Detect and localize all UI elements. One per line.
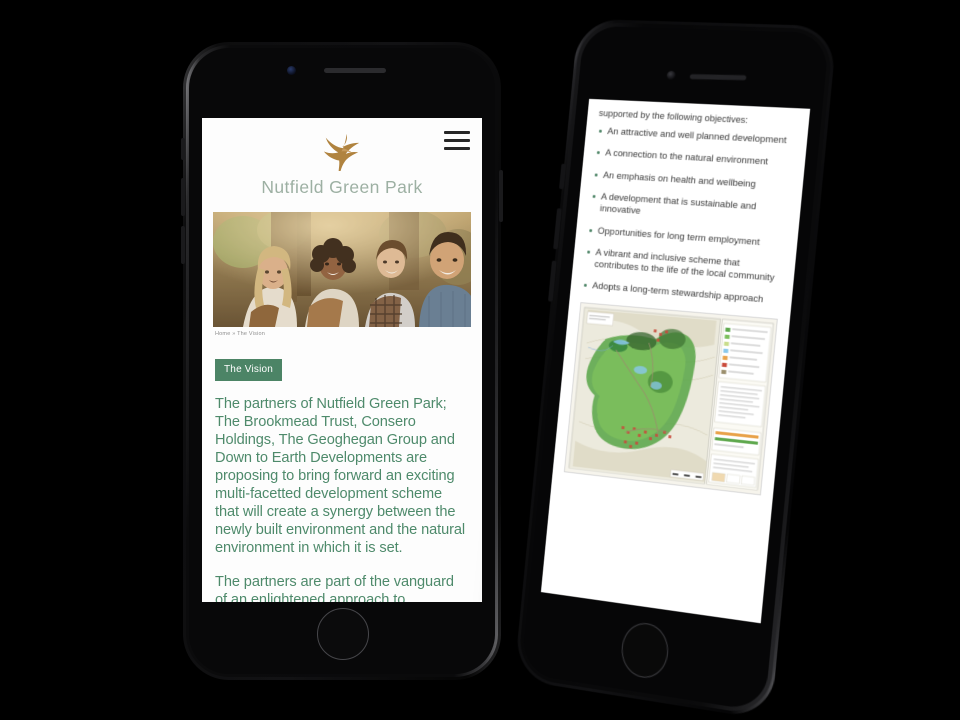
- list-item: A vibrant and inclusive scheme that cont…: [585, 246, 783, 286]
- list-item: An emphasis on health and wellbeing: [594, 169, 791, 193]
- right-phone-screen: supported by the following objectives: A…: [540, 98, 811, 624]
- paragraph-1: The partners of Nutfield Green Park; The…: [215, 396, 466, 557]
- volume-up-button[interactable]: [181, 178, 185, 216]
- status-badge: The Vision: [215, 359, 283, 381]
- volume-down-button[interactable]: [181, 226, 185, 264]
- page-body: The Vision The partners of Nutfield Gree…: [202, 337, 482, 602]
- site-header: Nutfield Green Park: [202, 118, 482, 206]
- mute-switch[interactable]: [181, 138, 185, 160]
- right-phone-device: supported by the following objectives: A…: [513, 18, 838, 720]
- list-item: An attractive and well planned developme…: [598, 126, 795, 149]
- site-masterplan-map[interactable]: [563, 302, 778, 496]
- home-button[interactable]: [317, 608, 369, 660]
- power-button[interactable]: [499, 170, 503, 222]
- lead-text: supported by the following objectives:: [598, 107, 749, 126]
- paragraph-2: The partners are part of the vanguard of…: [215, 574, 454, 602]
- left-phone-screen: Nutfield Green Park Home » The Vision Th…: [202, 118, 482, 602]
- right-phone-wrapper: supported by the following objectives: A…: [513, 18, 838, 720]
- earpiece-speaker: [324, 68, 386, 73]
- objectives-list: An attractive and well planned developme…: [570, 125, 807, 309]
- site-title: Nutfield Green Park: [261, 177, 423, 197]
- left-phone-device: Nutfield Green Park Home » The Vision Th…: [181, 42, 503, 680]
- mockup-stage: Nutfield Green Park Home » The Vision Th…: [0, 0, 960, 720]
- hamburger-menu-icon[interactable]: [444, 131, 470, 155]
- hummingbird-logo-icon: [323, 133, 360, 172]
- hero-image: [213, 212, 471, 327]
- list-item: A development that is sustainable and in…: [591, 191, 789, 229]
- front-camera: [287, 66, 296, 75]
- list-item: A connection to the natural environment: [596, 148, 793, 171]
- list-item: Opportunities for long term employment: [589, 225, 786, 251]
